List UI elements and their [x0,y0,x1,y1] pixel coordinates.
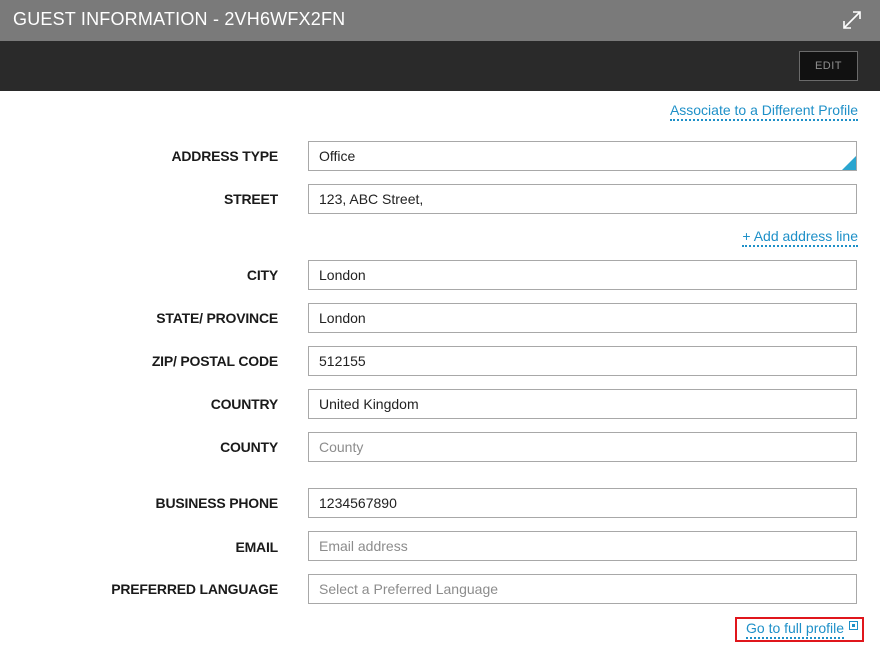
preferred-language-input[interactable] [308,574,857,604]
add-address-line-link[interactable]: + Add address line [742,228,858,247]
edit-button[interactable]: EDIT [799,51,858,81]
dropdown-corner-icon [842,156,856,170]
email-input[interactable] [308,531,857,561]
title-bar: GUEST INFORMATION - 2VH6WFX2FN [0,0,880,41]
country-input[interactable] [308,389,857,419]
address-type-value: Office [319,148,356,164]
business-phone-input[interactable] [308,488,857,518]
address-type-label: ADDRESS TYPE [171,148,278,164]
county-label: COUNTY [220,439,278,455]
state-province-input[interactable] [308,303,857,333]
zip-postal-code-input[interactable] [308,346,857,376]
zip-postal-code-label: ZIP/ POSTAL CODE [151,353,278,369]
county-input[interactable] [308,432,857,462]
window-title: GUEST INFORMATION - 2VH6WFX2FN [13,9,346,29]
address-type-select[interactable]: Office [308,141,857,171]
street-label: STREET [223,191,278,207]
toolbar: EDIT [0,41,880,91]
go-to-full-profile-link[interactable]: Go to full profile [746,620,845,639]
city-label: CITY [246,267,278,283]
email-label: EMAIL [235,539,278,555]
associate-different-profile-link[interactable]: Associate to a Different Profile [669,102,858,121]
country-label: COUNTRY [210,396,279,412]
state-province-label: STATE/ PROVINCE [156,310,278,326]
business-phone-label: BUSINESS PHONE [155,495,279,511]
expand-arrows-icon[interactable] [840,8,864,32]
street-input[interactable] [308,184,857,214]
city-input[interactable] [308,260,857,290]
preferred-language-label: PREFERRED LANGUAGE [111,581,278,597]
external-link-icon[interactable] [849,621,858,630]
